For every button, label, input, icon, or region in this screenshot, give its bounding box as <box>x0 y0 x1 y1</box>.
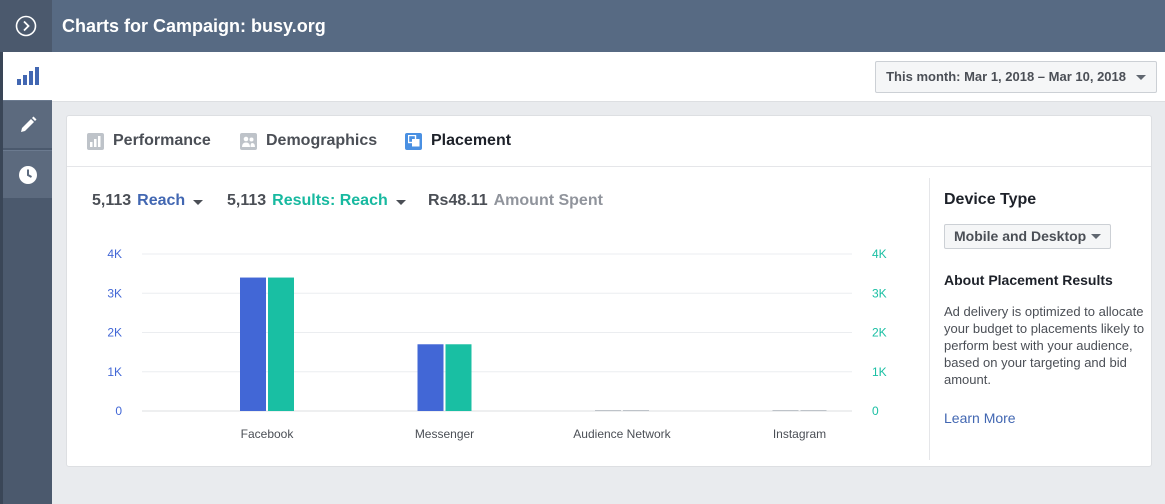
tab-label: Demographics <box>266 132 378 149</box>
page-header: Charts for Campaign: busy.org <box>52 0 1165 52</box>
chart-bars-icon <box>16 67 39 85</box>
y-tick-label-right: 0 <box>872 404 879 418</box>
about-placement-text: Ad delivery is optimized to allocate you… <box>944 304 1145 387</box>
learn-more-link[interactable]: Learn More <box>944 410 1016 426</box>
amount-spent-label: Amount Spent <box>493 192 603 209</box>
tab-performance[interactable]: Performance <box>87 131 211 151</box>
tab-label: Placement <box>431 132 512 149</box>
tab-bar: Performance Demographics Placement <box>67 116 1151 167</box>
results-metric-dropdown[interactable]: 5,113 Results: Reach <box>227 192 406 210</box>
placement-bar-chart: 0 0 1K 1K 2K 2K 3K 3K 4K 4K Facebook Messenger Audie… <box>107 247 887 441</box>
x-category-label: Messenger <box>415 427 474 441</box>
expand-button[interactable] <box>0 0 52 52</box>
toolbar: This month: Mar 1, 2018 – Mar 10, 2018 <box>52 52 1165 102</box>
x-category-label: Facebook <box>241 427 295 441</box>
x-category-label: Audience Network <box>573 427 671 441</box>
y-tick-label-left: 0 <box>115 404 122 418</box>
bar-reach <box>417 344 444 411</box>
y-tick-label-right: 1K <box>872 365 887 379</box>
caret-down-icon <box>1136 75 1146 80</box>
bar-chart-icon <box>87 132 104 150</box>
y-tick-label-right: 2K <box>872 326 887 340</box>
bar-results-reach <box>623 410 649 411</box>
caret-down-icon <box>395 199 406 205</box>
y-tick-label-left: 4K <box>107 247 122 261</box>
bar-results-reach <box>445 344 472 411</box>
chart-card: Performance Demographics Placement 5,113… <box>66 115 1152 467</box>
bar-results-reach <box>800 410 827 411</box>
placement-sidebar: Device Type Mobile and Desktop About Pla… <box>929 178 1151 460</box>
amount-spent-value: Rs48.11 <box>428 192 488 209</box>
clock-icon <box>18 165 37 184</box>
y-tick-label-right: 3K <box>872 286 887 300</box>
bar-reach <box>772 410 799 411</box>
reach-label: Reach <box>137 192 186 209</box>
bar-reach <box>595 410 621 411</box>
bar-reach <box>240 277 266 411</box>
page-title: Charts for Campaign: busy.org <box>62 16 326 36</box>
device-type-dropdown[interactable]: Mobile and Desktop <box>944 224 1112 249</box>
x-category-label: Instagram <box>773 427 826 441</box>
y-tick-label-left: 3K <box>107 286 122 300</box>
device-type-value: Mobile and Desktop <box>954 228 1087 244</box>
tab-demographics[interactable]: Demographics <box>240 131 377 151</box>
date-range-label: This month: Mar 1, 2018 – Mar 10, 2018 <box>886 69 1126 84</box>
y-tick-label-left: 2K <box>107 326 122 340</box>
y-tick-label-left: 1K <box>107 365 122 379</box>
results-value: 5,113 <box>227 192 267 209</box>
results-label: Results: Reach <box>272 192 388 209</box>
about-placement-title: About Placement Results <box>944 272 1113 288</box>
placement-icon <box>405 132 422 150</box>
bar-results-reach <box>268 277 294 411</box>
rail-item-edit[interactable] <box>3 100 52 148</box>
tab-placement[interactable]: Placement <box>405 131 511 151</box>
y-tick-label-right: 4K <box>872 247 887 261</box>
rail-item-charts[interactable] <box>3 52 52 100</box>
amount-spent-metric: Rs48.11 Amount Spent <box>428 192 603 210</box>
caret-down-icon <box>193 199 204 205</box>
rail-item-history[interactable] <box>3 150 52 198</box>
tab-label: Performance <box>113 132 211 149</box>
reach-value: 5,113 <box>92 192 132 209</box>
left-rail <box>0 0 52 504</box>
caret-down-icon <box>1091 234 1102 239</box>
people-icon <box>240 132 257 150</box>
device-type-title: Device Type <box>944 191 1037 208</box>
reach-metric-dropdown[interactable]: 5,113 Reach <box>92 192 204 210</box>
date-range-dropdown[interactable]: This month: Mar 1, 2018 – Mar 10, 2018 <box>875 61 1157 93</box>
chevron-right-circle-icon <box>15 15 37 37</box>
pencil-icon <box>20 116 36 132</box>
